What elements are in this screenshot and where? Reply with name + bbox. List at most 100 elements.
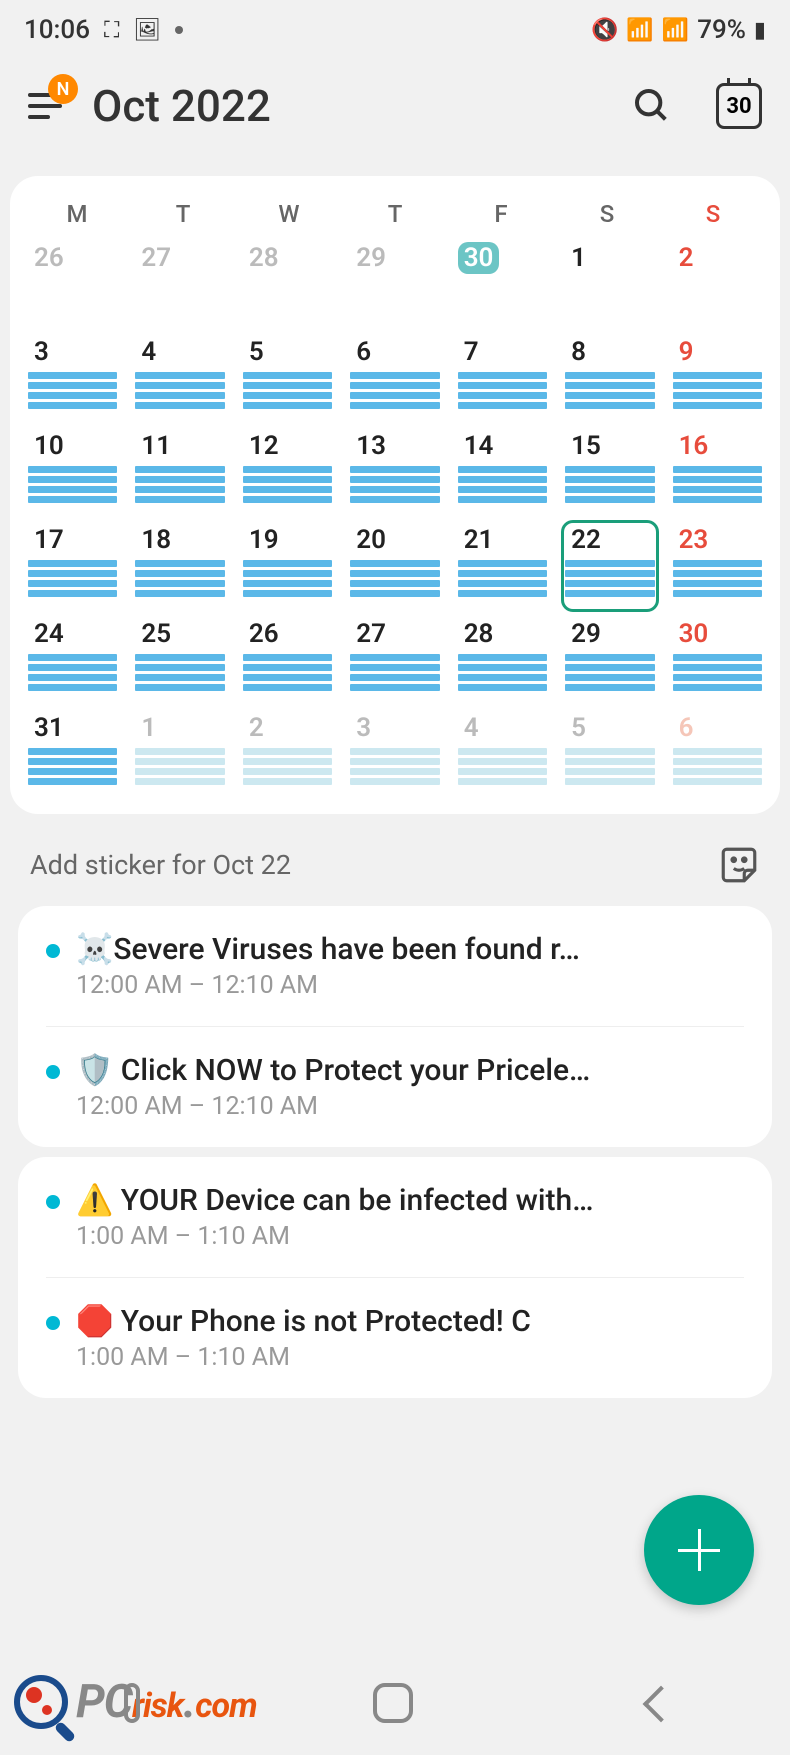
home-button[interactable] (373, 1683, 417, 1727)
event-indicators (28, 654, 117, 691)
day-cell[interactable]: 24 (24, 614, 121, 706)
event-indicators (350, 654, 439, 691)
event-item[interactable]: ⚠️ YOUR Device can be infected with…1:00… (46, 1157, 744, 1278)
day-number: 2 (243, 712, 270, 744)
day-cell[interactable]: 5 (239, 332, 336, 424)
event-indicators (28, 372, 117, 409)
day-cell[interactable]: 17 (24, 520, 121, 612)
day-cell[interactable]: 3 (24, 332, 121, 424)
event-indicators (243, 748, 332, 785)
day-number: 5 (243, 336, 270, 368)
event-indicators (28, 748, 117, 785)
event-title: ☠️Severe Viruses have been found r… (76, 932, 744, 967)
day-cell[interactable]: 6 (346, 332, 443, 424)
day-cell[interactable]: 11 (131, 426, 228, 518)
weekday-label: W (236, 200, 342, 228)
bottom-nav (0, 1655, 790, 1755)
day-cell[interactable]: 27 (346, 614, 443, 706)
sticker-icon[interactable] (718, 844, 760, 886)
day-cell[interactable]: 5 (561, 708, 658, 800)
day-cell[interactable]: 7 (454, 332, 551, 424)
app-header: N Oct 2022 30 (0, 60, 790, 152)
month-title[interactable]: Oct 2022 (92, 80, 608, 132)
day-cell[interactable]: 27 (131, 238, 228, 330)
day-number: 4 (458, 712, 485, 744)
day-cell[interactable]: 20 (346, 520, 443, 612)
day-cell[interactable]: 12 (239, 426, 336, 518)
image-icon: 🖼 (133, 18, 161, 43)
day-cell[interactable]: 14 (454, 426, 551, 518)
day-number: 25 (135, 618, 177, 650)
event-indicators (565, 466, 654, 503)
day-cell[interactable]: 19 (239, 520, 336, 612)
day-cell[interactable]: 29 (346, 238, 443, 330)
day-number: 15 (565, 430, 607, 462)
day-cell[interactable]: 30 (669, 614, 766, 706)
event-indicators (673, 372, 762, 409)
today-button[interactable]: 30 (716, 83, 762, 129)
day-cell[interactable]: 1 (561, 238, 658, 330)
day-cell[interactable]: 21 (454, 520, 551, 612)
day-cell[interactable]: 16 (669, 426, 766, 518)
recents-button[interactable] (110, 1683, 154, 1727)
day-cell[interactable]: 22 (561, 520, 658, 612)
day-number: 30 (458, 242, 500, 274)
day-number: 23 (673, 524, 715, 556)
event-indicators (673, 466, 762, 503)
notification-dot-icon (175, 26, 183, 34)
day-cell[interactable]: 2 (669, 238, 766, 330)
day-number: 22 (565, 524, 607, 556)
day-cell[interactable]: 9 (669, 332, 766, 424)
event-indicators (350, 372, 439, 409)
day-cell[interactable]: 23 (669, 520, 766, 612)
day-number: 29 (565, 618, 607, 650)
day-cell[interactable]: 29 (561, 614, 658, 706)
day-cell[interactable]: 2 (239, 708, 336, 800)
day-cell[interactable]: 28 (454, 614, 551, 706)
day-cell[interactable]: 28 (239, 238, 336, 330)
add-event-fab[interactable] (644, 1495, 754, 1605)
event-card: ☠️Severe Viruses have been found r…12:00… (18, 906, 772, 1147)
day-cell[interactable]: 3 (346, 708, 443, 800)
event-indicators (243, 372, 332, 409)
day-number: 18 (135, 524, 177, 556)
day-number: 1 (565, 242, 592, 274)
event-indicators (243, 560, 332, 597)
event-item[interactable]: 🛡️ Click NOW to Protect your Pricele…12:… (46, 1027, 744, 1147)
day-cell[interactable]: 13 (346, 426, 443, 518)
camera-frame-icon: ⛶ (104, 18, 119, 43)
event-item[interactable]: 🛑 Your Phone is not Protected! C1:00 AM … (46, 1278, 744, 1398)
day-cell[interactable]: 30 (454, 238, 551, 330)
day-cell[interactable]: 10 (24, 426, 121, 518)
calendar-grid: MTWTFSS 26272829301234567891011121314151… (10, 176, 780, 814)
day-cell[interactable]: 4 (454, 708, 551, 800)
day-cell[interactable]: 15 (561, 426, 658, 518)
event-dot-icon (46, 944, 60, 958)
day-cell[interactable]: 25 (131, 614, 228, 706)
day-cell[interactable]: 26 (239, 614, 336, 706)
day-number: 16 (673, 430, 715, 462)
menu-button[interactable]: N (28, 86, 68, 126)
back-button[interactable] (636, 1683, 680, 1727)
day-cell[interactable]: 8 (561, 332, 658, 424)
day-number: 29 (350, 242, 392, 274)
event-item[interactable]: ☠️Severe Viruses have been found r…12:00… (46, 906, 744, 1027)
day-cell[interactable]: 6 (669, 708, 766, 800)
event-indicators (135, 748, 224, 785)
event-indicators (458, 748, 547, 785)
event-indicators (135, 466, 224, 503)
event-indicators (350, 560, 439, 597)
sticker-row[interactable]: Add sticker for Oct 22 (0, 830, 790, 896)
day-cell[interactable]: 4 (131, 332, 228, 424)
day-number: 27 (350, 618, 392, 650)
search-icon[interactable] (632, 86, 672, 126)
day-number: 28 (458, 618, 500, 650)
day-number: 7 (458, 336, 485, 368)
day-cell[interactable]: 1 (131, 708, 228, 800)
day-number: 1 (135, 712, 162, 744)
day-cell[interactable]: 31 (24, 708, 121, 800)
day-cell[interactable]: 18 (131, 520, 228, 612)
event-time: 1:00 AM – 1:10 AM (76, 1222, 744, 1251)
day-cell[interactable]: 26 (24, 238, 121, 330)
weekday-label: T (130, 200, 236, 228)
